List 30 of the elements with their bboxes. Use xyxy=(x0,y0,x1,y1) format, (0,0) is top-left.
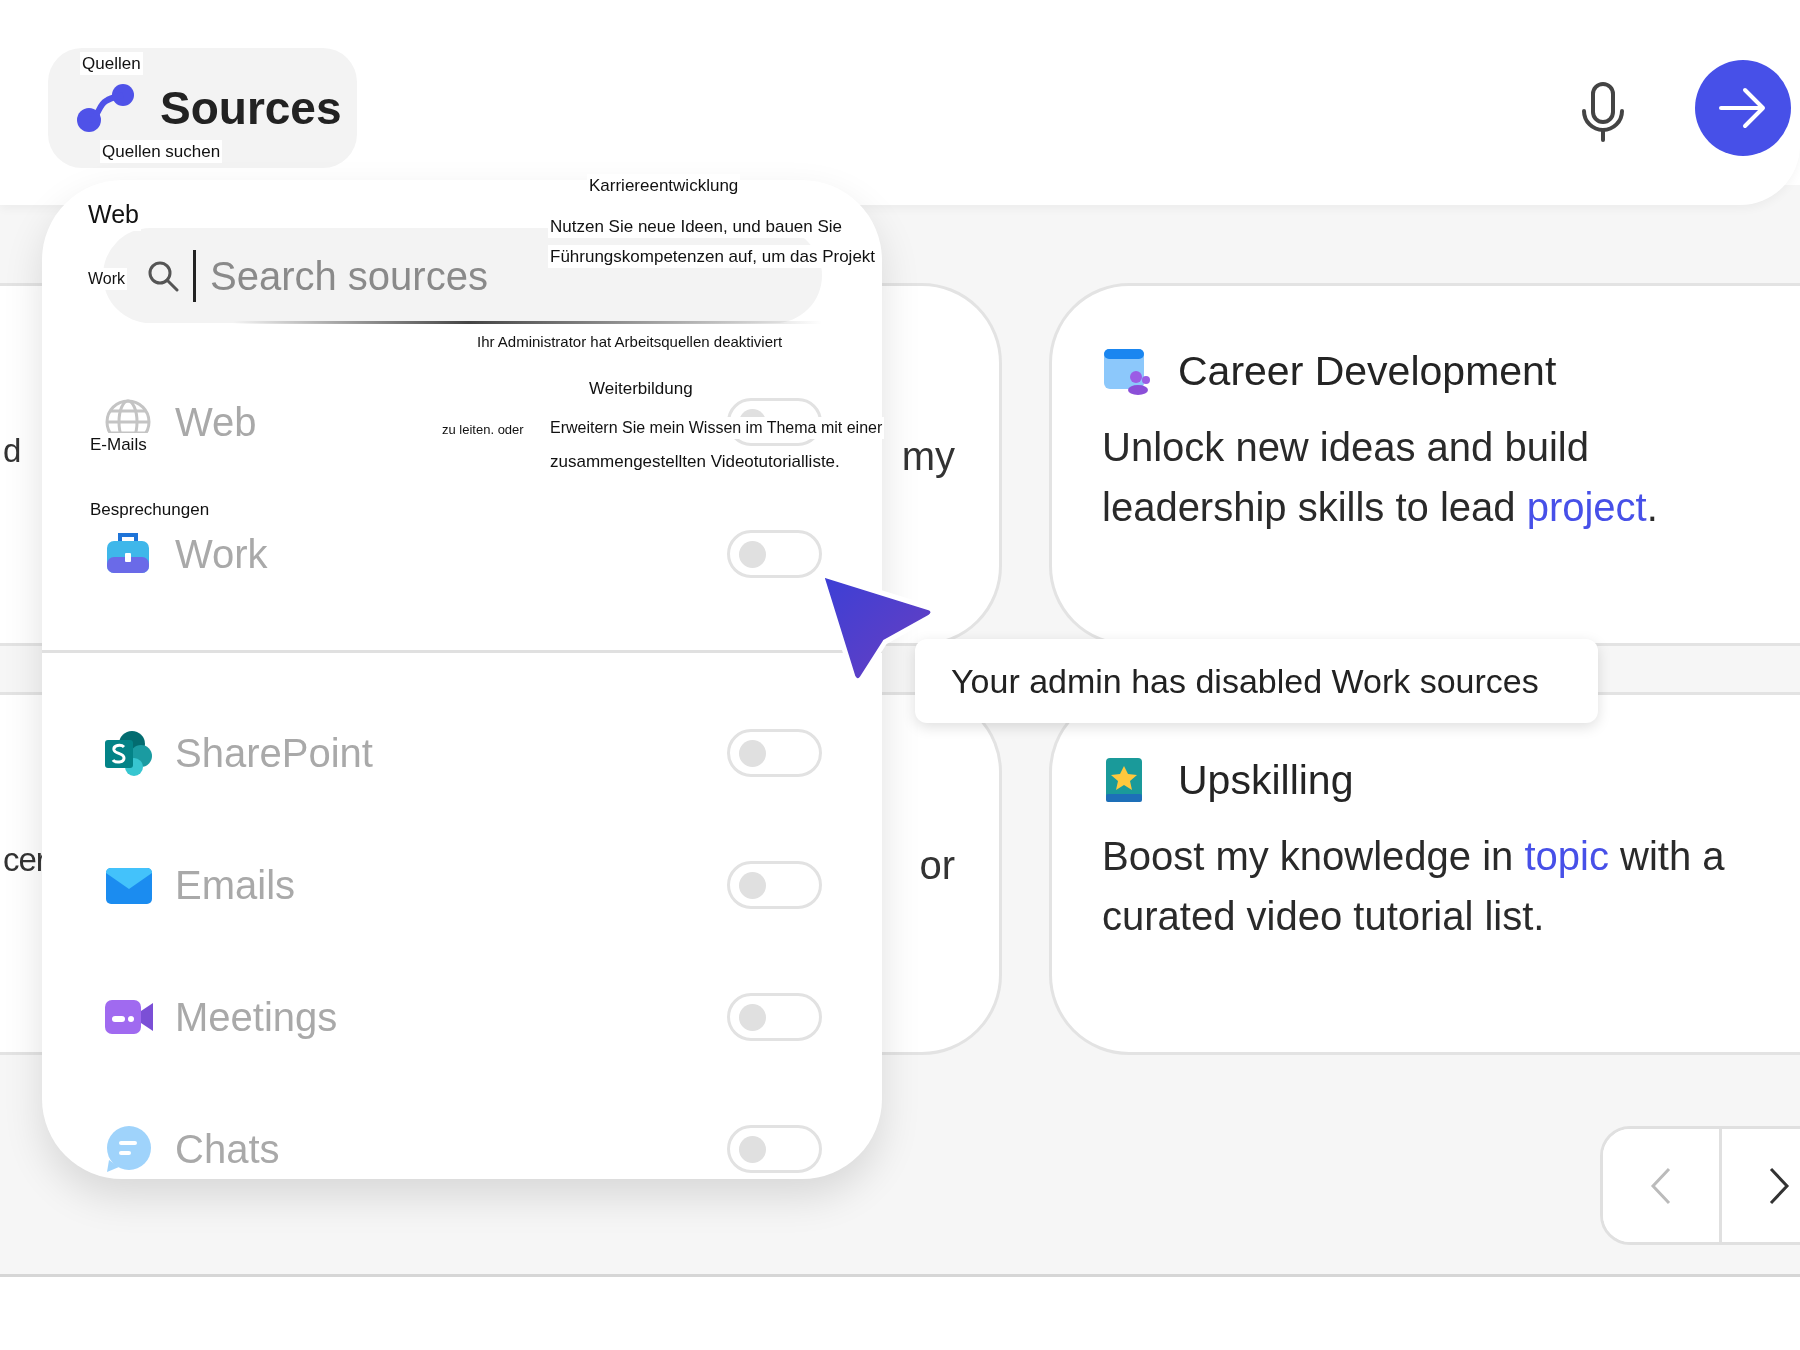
microphone-icon xyxy=(1581,82,1625,142)
search-icon xyxy=(147,259,179,292)
translation-tooltip: Work xyxy=(86,268,128,290)
translation-tooltip: Erweitern Sie mein Wissen im Thema mit einer xyxy=(548,417,885,439)
source-label: Web xyxy=(175,399,257,446)
sharepoint-icon xyxy=(103,728,155,778)
source-label: Chats xyxy=(175,1126,280,1173)
tooltip: Your admin has disabled Work sources xyxy=(915,639,1598,723)
arrow-right-icon xyxy=(1718,86,1768,130)
source-label: Work xyxy=(175,531,268,578)
prompt-card[interactable]: Upskilling Boost my knowledge in topic with a curated video tutorial list. xyxy=(1049,692,1800,1055)
card-text: cer xyxy=(3,840,46,880)
card-text: Boost my knowledge in topic with a curated video tutorial list. xyxy=(1102,832,1726,940)
chevron-left-icon xyxy=(1648,1165,1673,1206)
chevron-right-icon xyxy=(1767,1165,1792,1206)
card-text: Unlock new ideas and build leadership skills to lead project. xyxy=(1102,423,1659,531)
text-cursor xyxy=(193,249,196,302)
source-label: Meetings xyxy=(175,994,338,1041)
prompt-card[interactable]: Career Development Unlock new ideas and build leadership skills to lead project. xyxy=(1049,283,1800,646)
source-label: SharePoint xyxy=(175,730,373,777)
source-label: Emails xyxy=(175,862,296,909)
translation-tooltip: Quellen suchen xyxy=(100,140,223,164)
sources-icon xyxy=(76,83,136,133)
card-title: Career Development xyxy=(1178,347,1557,396)
card-text: or xyxy=(919,842,955,889)
card-text: my xyxy=(901,433,955,480)
translation-tooltip: Führungskompetenzen auf, um das Projekt xyxy=(548,245,878,269)
card-text: d xyxy=(3,431,21,471)
translation-tooltip: Quellen xyxy=(80,52,143,76)
card-title: Upskilling xyxy=(1178,756,1354,805)
